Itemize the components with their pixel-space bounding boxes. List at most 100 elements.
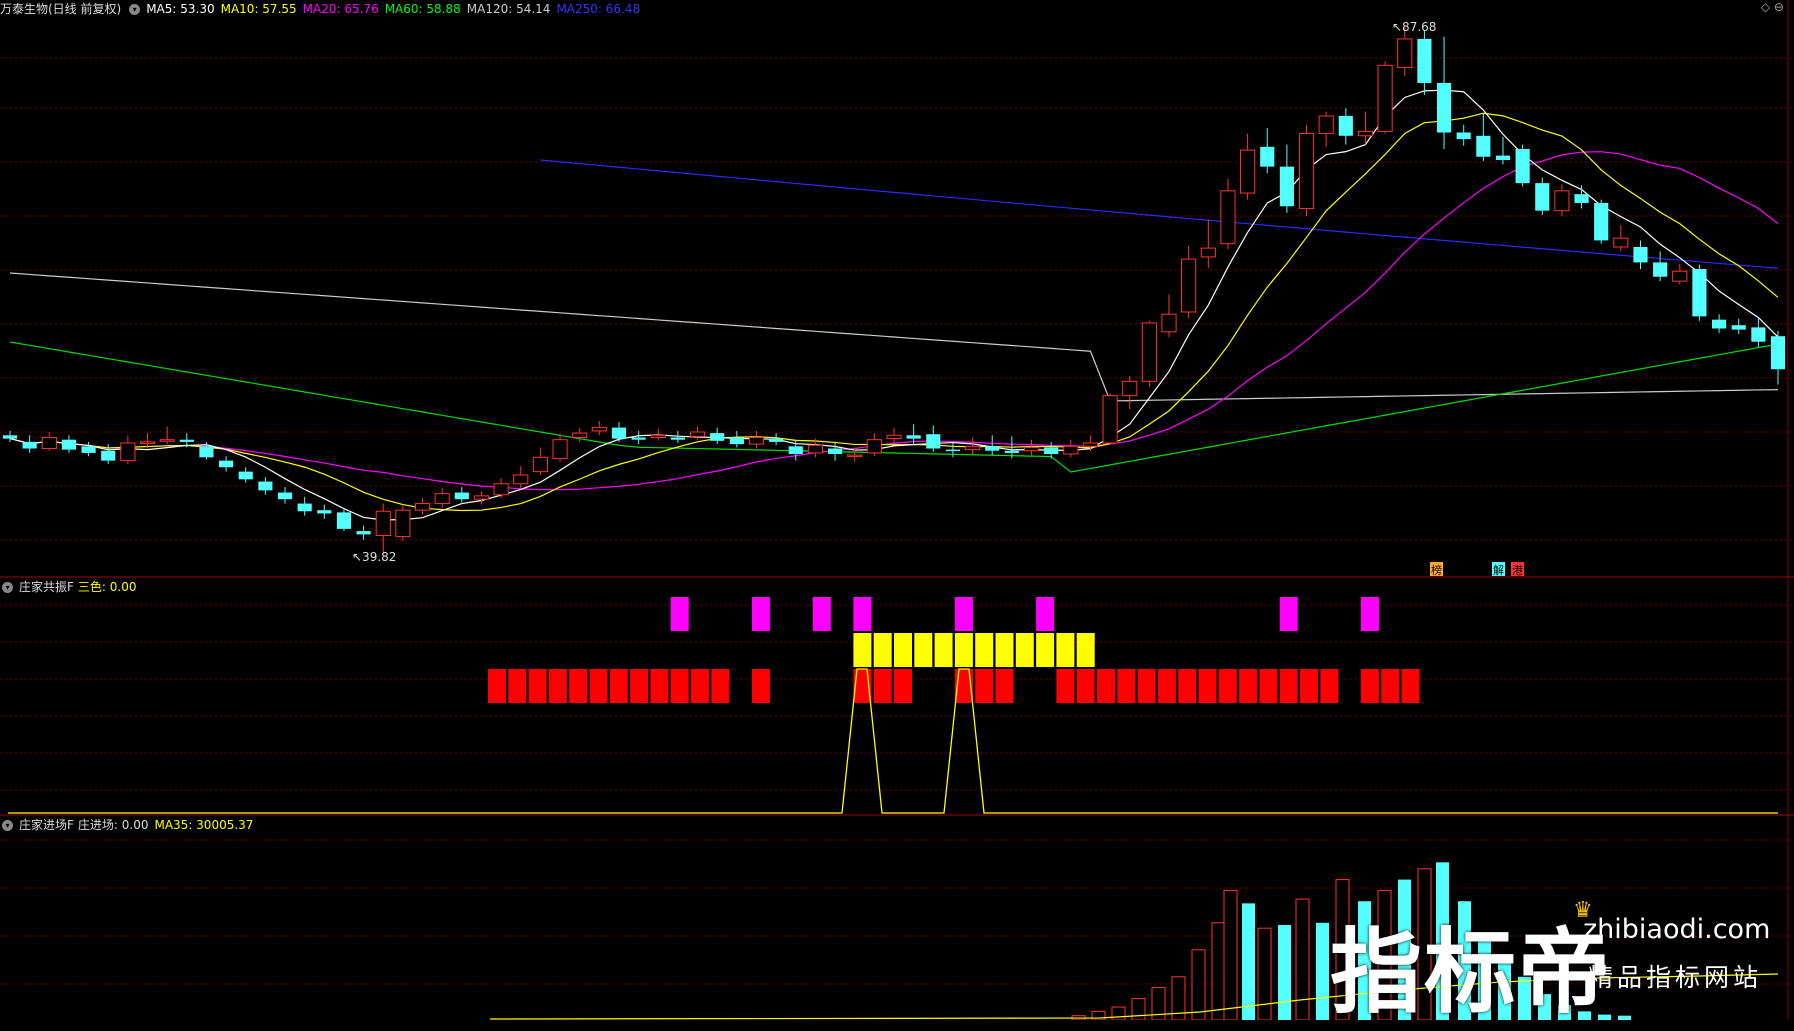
candle-body	[1298, 133, 1315, 209]
entry-bar	[1211, 922, 1226, 1020]
candle-body	[748, 437, 765, 445]
panel3-dropdown-icon[interactable]: ▾	[2, 820, 13, 831]
candle-body	[1181, 258, 1197, 313]
candle-body	[179, 439, 194, 442]
panel2-dropdown-icon[interactable]: ▾	[2, 582, 13, 593]
candle-body	[1220, 190, 1236, 245]
magenta-signal-bar	[1036, 597, 1055, 631]
candle-body	[1672, 270, 1688, 282]
ma-legend-item: MA10: 57.55	[220, 2, 297, 16]
candle-body	[631, 437, 646, 440]
candle-body	[1594, 202, 1609, 241]
candle-body	[788, 446, 803, 455]
candle-body	[1260, 146, 1275, 167]
red-signal-bar	[548, 669, 567, 703]
candle-body	[139, 441, 156, 444]
candle-body	[1731, 325, 1746, 330]
candle-body	[1161, 313, 1177, 333]
resonance-chart	[0, 578, 1794, 816]
ma10-line	[9, 112, 1779, 512]
ma-legend-item: MA250: 66.48	[556, 2, 641, 16]
candle-body	[1613, 237, 1629, 248]
candle-body	[985, 446, 1000, 451]
event-marker: 解	[1493, 563, 1504, 577]
magenta-signal-bar	[751, 597, 770, 631]
magenta-signal-bar	[1279, 597, 1298, 631]
candle-body	[689, 431, 706, 437]
red-signal-bar	[975, 669, 994, 703]
yellow-signal-bar	[995, 633, 1014, 667]
candle-body	[1417, 38, 1432, 83]
entry-bar	[1223, 889, 1238, 1020]
candle-body	[1476, 135, 1491, 157]
candle-body	[572, 432, 588, 439]
event-marker: 榜	[1431, 563, 1442, 577]
red-signal-bar	[1300, 669, 1318, 703]
candle-body	[1397, 38, 1413, 69]
candle-body	[1692, 269, 1707, 317]
candle-body	[1141, 322, 1157, 382]
candle-body	[120, 442, 136, 462]
candle-body	[258, 481, 273, 491]
ma-legend-item: MA120: 54.14	[466, 2, 551, 16]
ma60-line	[9, 341, 1779, 473]
candle-body	[886, 434, 902, 440]
red-signal-bar	[670, 669, 689, 703]
candle-body	[926, 434, 941, 449]
candle-body	[1535, 183, 1550, 211]
yellow-signal-bar	[975, 633, 994, 667]
candle-body	[1063, 445, 1079, 455]
candle-body	[1377, 64, 1393, 132]
panel2-title: 庄家共振F	[19, 580, 74, 594]
red-signal-bar	[1360, 669, 1379, 703]
red-signal-bar	[1097, 669, 1115, 703]
window-control-icons[interactable]: ◇ ⊖	[1761, 0, 1784, 14]
entry-bar	[1131, 997, 1146, 1020]
candle-body	[493, 483, 509, 496]
candle-body	[1082, 442, 1099, 447]
red-signal-bar	[1076, 669, 1095, 703]
candle-body	[41, 437, 57, 450]
panel3-value: 庄进场: 0.00	[77, 818, 149, 832]
red-signal-bar	[650, 669, 669, 703]
entry-bar	[1278, 924, 1291, 1020]
yellow-signal-bar	[873, 633, 892, 667]
candle-body	[1240, 149, 1256, 194]
settings-dropdown-icon[interactable]: ▾	[129, 4, 141, 15]
candle-body	[866, 439, 882, 454]
indicator-panel-resonance[interactable]: ▾ 庄家共振F 三色: 0.00	[0, 578, 1794, 816]
red-signal-bar	[609, 669, 628, 703]
candle-body	[1515, 149, 1530, 184]
candle-body	[297, 503, 312, 512]
ma250-line	[540, 159, 1779, 269]
candle-body	[1711, 319, 1727, 329]
panel3-title: 庄家进场F	[19, 818, 74, 832]
candle-body	[729, 437, 744, 445]
candle-body	[159, 439, 175, 442]
red-signal-bar	[1320, 669, 1339, 703]
candle-body	[414, 503, 431, 511]
panel2-header: ▾ 庄家共振F 三色: 0.00	[0, 578, 142, 596]
red-signal-bar	[1279, 669, 1298, 703]
candle-body	[710, 433, 725, 441]
red-signal-bar	[873, 669, 892, 703]
red-signal-bar	[1056, 669, 1075, 703]
yellow-signal-bar	[1036, 633, 1055, 667]
yellow-signal-bar	[954, 633, 973, 667]
watermark-big-text: 指标帝	[1330, 919, 1613, 1026]
candle-body	[199, 446, 214, 458]
candle-body	[454, 492, 469, 500]
ma-legend-item: MA20: 65.76	[302, 2, 379, 16]
red-signal-bar	[1239, 669, 1258, 703]
candle-body	[1456, 132, 1471, 140]
red-signal-bar	[894, 669, 912, 703]
red-signal-bar	[1218, 669, 1237, 703]
candle-body	[611, 427, 627, 439]
main-chart-panel[interactable]: 万泰生物(日线 前复权) ▾ MA5: 53.30 MA10: 57.55 MA20: …	[0, 0, 1794, 578]
candle-body	[1102, 395, 1118, 444]
ma-legend: MA5: 53.30 MA10: 57.55 MA20: 65.76 MA60: 58…	[146, 2, 646, 16]
candle-body	[1318, 115, 1334, 135]
candle-body	[1436, 82, 1452, 133]
candle-body	[375, 510, 391, 537]
red-signal-bar	[1198, 669, 1217, 703]
